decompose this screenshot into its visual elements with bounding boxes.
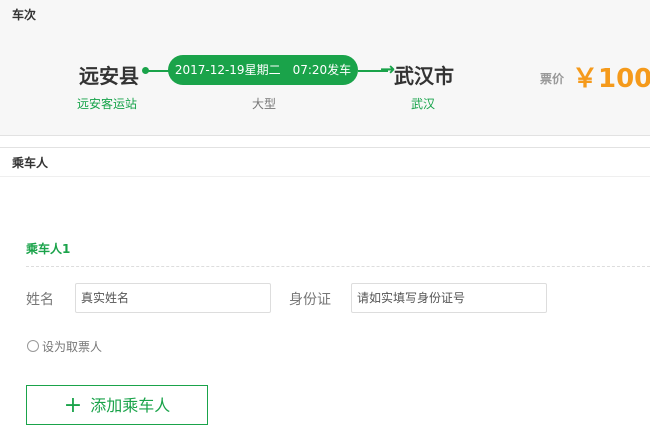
add-passenger-label: 添加乘车人: [90, 396, 171, 415]
trip-section-header: 车次: [0, 0, 650, 30]
route-line-left: [148, 70, 170, 72]
id-label: 身份证: [289, 292, 331, 308]
passenger-section-title: 乘车人: [12, 156, 49, 170]
name-input[interactable]: [75, 283, 271, 313]
passenger-section-header: 乘车人: [0, 147, 650, 177]
id-number-input[interactable]: [351, 283, 547, 313]
ticket-price: ￥100: [572, 64, 650, 94]
origin-city: 远安县: [79, 64, 139, 88]
radio-icon[interactable]: [27, 340, 39, 352]
departure-pill: 2017-12-19星期二 07:20发车: [168, 55, 358, 85]
destination-city: 武汉市: [394, 64, 454, 88]
route-arrow-icon: →: [380, 59, 396, 80]
trip-section-title: 车次: [12, 8, 37, 22]
origin-station: 远安客运站: [77, 97, 138, 111]
passenger-title: 乘车人1: [26, 242, 71, 256]
departure-time: 2017-12-19星期二 07:20发车: [174, 63, 352, 77]
plus-icon: +: [63, 393, 83, 418]
bus-type: 大型: [252, 97, 277, 111]
ticket-taker-label: 设为取票人: [42, 340, 103, 354]
trip-panel: 远安县 远安客运站 2017-12-19星期二 07:20发车 → 大型 武汉市…: [0, 30, 650, 136]
set-ticket-taker-option[interactable]: 设为取票人: [27, 338, 102, 355]
add-passenger-button[interactable]: + 添加乘车人: [26, 385, 208, 425]
name-label: 姓名: [26, 292, 54, 308]
destination-station: 武汉: [411, 97, 436, 111]
price-label: 票价: [540, 72, 565, 86]
passenger-divider: [26, 266, 650, 267]
